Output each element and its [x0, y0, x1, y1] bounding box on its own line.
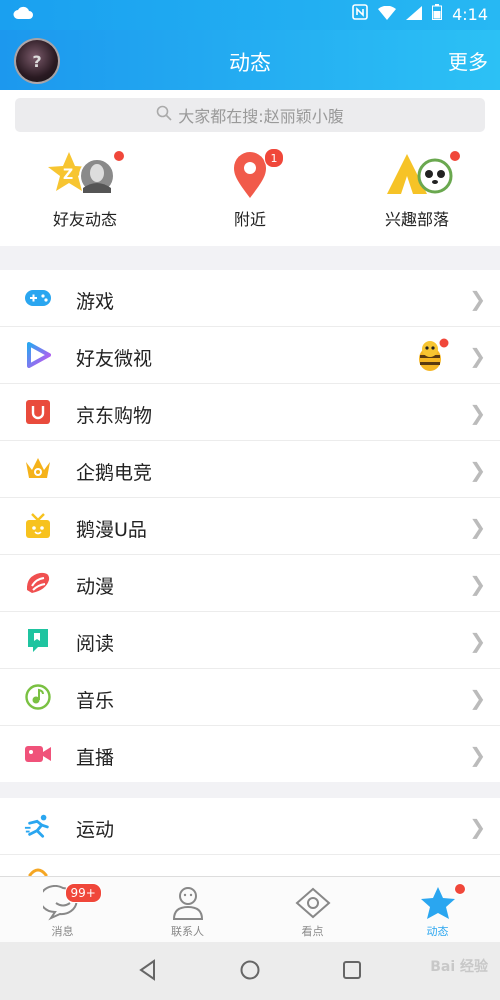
- status-time: 4:14: [452, 4, 488, 24]
- search-bar[interactable]: 大家都在搜:赵丽颖小腹: [15, 98, 485, 132]
- list-item-comics[interactable]: 动漫 ❯: [0, 555, 500, 612]
- list-item-label: 音乐: [76, 690, 115, 712]
- chevron-right-icon: ❯: [469, 458, 486, 482]
- music-icon: [24, 683, 52, 711]
- chevron-right-icon: ❯: [469, 515, 486, 539]
- list-item-label: 游戏: [76, 291, 115, 313]
- chevron-right-icon: ❯: [469, 629, 486, 653]
- friend-feed-icon: Z: [45, 152, 125, 204]
- search-placeholder: 大家都在搜:赵丽颖小腹: [178, 107, 344, 126]
- list-item-jd[interactable]: 京东购物 ❯: [0, 384, 500, 441]
- esports-crown-icon: [24, 455, 52, 483]
- list-item-games[interactable]: 游戏 ❯: [0, 270, 500, 327]
- star-icon: [418, 887, 458, 925]
- recent-apps-icon[interactable]: [341, 959, 363, 985]
- quick-friend-feed[interactable]: Z 好友动态: [20, 148, 150, 230]
- page-title: 动态: [229, 51, 271, 75]
- book-icon: [24, 626, 52, 654]
- tribe-panda-icon: [377, 154, 457, 204]
- chevron-right-icon: ❯: [469, 287, 486, 311]
- battery-icon: [432, 4, 443, 24]
- search-section: 大家都在搜:赵丽颖小腹: [0, 90, 500, 140]
- list-item-weishi[interactable]: 好友微视 ❯: [0, 327, 500, 384]
- list-item-live[interactable]: 直播 ❯: [0, 726, 500, 782]
- comic-icon: [24, 569, 52, 597]
- list-item-label: 好友微视: [76, 348, 153, 370]
- messages-badge: 99+: [64, 883, 102, 903]
- list-item-esports[interactable]: 企鹅电竞 ❯: [0, 441, 500, 498]
- message-bubble-icon: [38, 885, 83, 925]
- nfc-icon: [352, 4, 368, 24]
- wifi-icon: [378, 5, 397, 24]
- nearby-badge: 1: [264, 148, 284, 168]
- quick-nearby[interactable]: 1 附近: [185, 148, 315, 230]
- status-bar: 4:14: [0, 0, 500, 30]
- list-item-label: 阅读: [76, 633, 115, 655]
- tab-label: 动态: [426, 925, 449, 938]
- svg-text:Z: Z: [63, 167, 73, 183]
- list-item-partial[interactable]: [0, 855, 500, 876]
- gamepad-icon: [24, 284, 52, 312]
- bottom-tab-bar: 99+ 消息 联系人 看点 动态: [0, 876, 500, 943]
- system-nav-bar: Bai 经验: [0, 942, 500, 1000]
- app-header: ? 动态 更多: [0, 30, 500, 90]
- list-item-eman[interactable]: 鹅漫U品 ❯: [0, 498, 500, 555]
- notification-dot: [453, 883, 466, 895]
- tab-label: 看点: [301, 925, 324, 938]
- signal-icon: [406, 5, 423, 24]
- quick-actions: Z 好友动态 1 附近 兴趣部落: [0, 140, 500, 246]
- contact-person-icon: [168, 887, 208, 925]
- list-item-label: 京东购物: [76, 405, 153, 427]
- notification-dot: [113, 150, 125, 162]
- quick-label: 好友动态: [52, 210, 117, 229]
- tab-messages[interactable]: 99+ 消息: [0, 877, 125, 943]
- tab-label: 消息: [51, 925, 74, 938]
- weishi-play-icon: [24, 341, 52, 369]
- list-item-reading[interactable]: 阅读 ❯: [0, 612, 500, 669]
- quick-interest-tribe[interactable]: 兴趣部落: [352, 148, 482, 230]
- list-item-label: 动漫: [76, 576, 115, 598]
- location-pin-icon: [210, 152, 290, 204]
- chevron-right-icon: ❯: [469, 686, 486, 710]
- quick-label: 兴趣部落: [384, 210, 449, 229]
- watermark: Bai 经验: [430, 959, 488, 975]
- chevron-right-icon: ❯: [469, 815, 486, 839]
- bee-mascot-icon: [412, 335, 452, 379]
- chevron-right-icon: ❯: [469, 743, 486, 767]
- jd-shopping-icon: [24, 398, 52, 426]
- tab-discover[interactable]: 看点: [250, 877, 375, 943]
- notification-dot: [449, 150, 461, 162]
- more-button[interactable]: 更多: [448, 46, 488, 75]
- chevron-right-icon: ❯: [469, 572, 486, 596]
- tab-feed[interactable]: 动态: [375, 877, 500, 943]
- list-item-label: 企鹅电竞: [76, 462, 153, 484]
- list-item-label: 运动: [76, 819, 115, 841]
- quick-label: 附近: [233, 210, 266, 229]
- running-icon: [24, 812, 52, 840]
- list-item-music[interactable]: 音乐 ❯: [0, 669, 500, 726]
- tab-label: 联系人: [171, 925, 204, 938]
- feature-list-2: 运动 ❯: [0, 798, 500, 876]
- list-item-label: 直播: [76, 747, 115, 769]
- feature-list: 游戏 ❯ 好友微视 ❯ 京东购物 ❯ 企鹅电竞 ❯ 鹅漫U品 ❯ 动漫 ❯ 阅读…: [0, 270, 500, 782]
- chevron-right-icon: ❯: [469, 344, 486, 368]
- list-item-sports[interactable]: 运动 ❯: [0, 798, 500, 855]
- partial-orange-icon: [24, 861, 52, 876]
- tab-contacts[interactable]: 联系人: [125, 877, 250, 943]
- eye-icon: [293, 887, 333, 925]
- back-icon[interactable]: [137, 959, 159, 985]
- gift-box-icon: [24, 512, 52, 540]
- cloud-icon: [12, 5, 34, 25]
- chevron-right-icon: ❯: [469, 401, 486, 425]
- search-icon: [156, 105, 172, 125]
- home-icon[interactable]: [239, 959, 261, 985]
- list-item-label: 鹅漫U品: [76, 519, 147, 541]
- live-camera-icon: [24, 740, 52, 768]
